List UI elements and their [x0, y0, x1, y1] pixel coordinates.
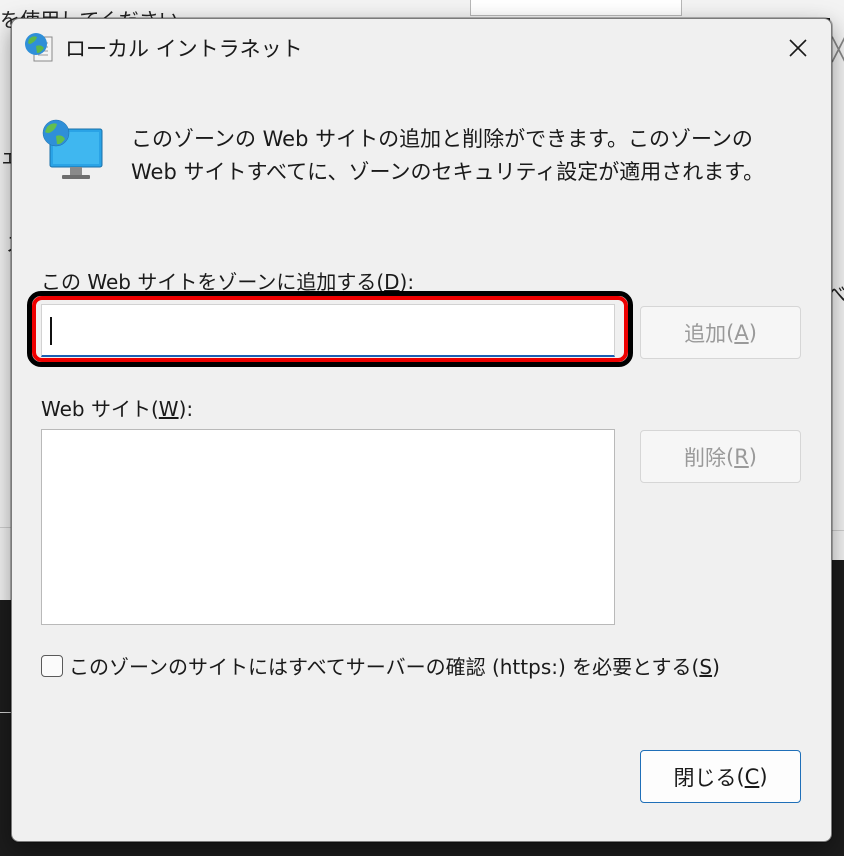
text-caret: [50, 317, 52, 345]
remove-button[interactable]: 削除(R): [640, 430, 801, 483]
add-site-label: この Web サイトをゾーンに追加する(D):: [41, 270, 415, 294]
access-key: A: [734, 320, 749, 345]
background-window-edge: ╳ べて: [826, 0, 844, 560]
sites-label: Web サイト(W):: [41, 397, 194, 421]
background-divider: [830, 530, 844, 531]
dialog-title: ローカル イントラネット: [65, 37, 303, 61]
background-window-edge: [702, 0, 844, 18]
add-site-input[interactable]: [42, 305, 614, 355]
access-key: S: [699, 655, 713, 679]
access-key: R: [734, 444, 749, 469]
sites-listbox[interactable]: [41, 429, 615, 625]
close-icon: [789, 39, 807, 57]
close-dialog-button[interactable]: 閉じる(C): [640, 750, 801, 803]
https-checkbox-label: このゾーンのサイトにはすべてサーバーの確認 (https:) を必要とする(S): [69, 655, 720, 679]
background-field: [470, 0, 682, 16]
add-button-label: 追加: [684, 321, 727, 346]
https-checkbox-row[interactable]: このゾーンのサイトにはすべてサーバーの確認 (https:) を必要とする(S): [41, 651, 720, 680]
add-button[interactable]: 追加(A): [640, 306, 801, 359]
close-button-label: 閉じる: [673, 765, 737, 790]
remove-button-label: 削除: [684, 445, 726, 470]
add-site-label-text: この Web サイトをゾーンに追加する: [41, 270, 377, 294]
title-bar[interactable]: ローカル イントラネット: [12, 19, 831, 77]
close-button[interactable]: [776, 27, 820, 69]
https-checkbox[interactable]: [41, 654, 63, 677]
access-key: D: [384, 270, 400, 294]
background-close-icon: ╳: [832, 38, 844, 63]
https-checkbox-label-text: このゾーンのサイトにはすべてサーバーの確認 (https:) を必要とする: [69, 655, 692, 679]
dialog-description: このゾーンの Web サイトの追加と削除ができます。このゾーンの Web サイト…: [131, 127, 765, 184]
access-key: W: [158, 397, 179, 421]
local-intranet-dialog: ローカル イントラネット このゾーンの Web サイトの追加と削除ができます。こ…: [11, 18, 832, 842]
add-site-field[interactable]: [41, 304, 615, 357]
access-key: C: [744, 764, 760, 789]
intranet-monitor-icon: [40, 119, 106, 185]
sites-label-text: Web サイト: [41, 397, 151, 421]
globe-intranet-icon: [24, 31, 54, 63]
